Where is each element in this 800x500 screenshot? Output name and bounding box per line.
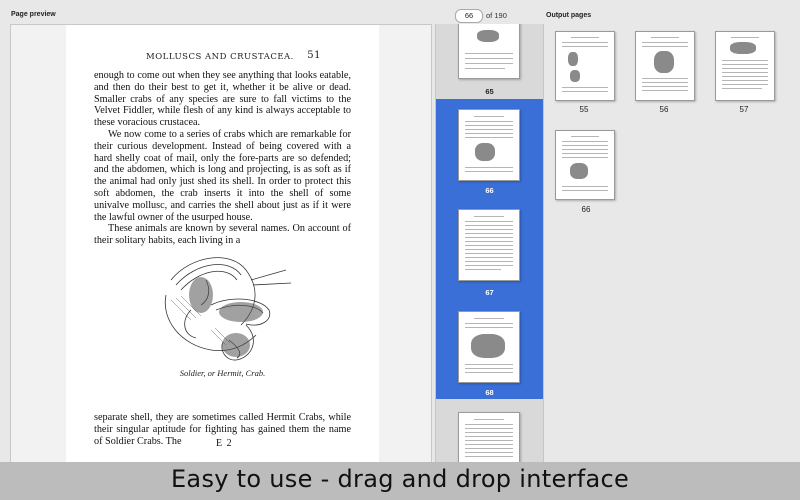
shell-icon: [730, 42, 756, 54]
thumbnail-number: 67: [485, 288, 494, 297]
output-page-55[interactable]: [555, 31, 615, 101]
output-page-number: 66: [581, 205, 591, 214]
body-text-top: enough to come out when they see anythin…: [94, 70, 351, 247]
illustration-caption: Soldier, or Hermit, Crab.: [179, 368, 266, 378]
page-total-count: 190: [494, 11, 507, 20]
page-preview-panel[interactable]: MOLLUSCS AND CRUSTACEA. 51 enough to com…: [10, 24, 432, 466]
output-page-57[interactable]: [715, 31, 775, 101]
thumbnail-page: [458, 412, 520, 464]
page-number-input[interactable]: 66: [455, 9, 483, 23]
page-header-number: 51: [307, 50, 321, 61]
shell-icon: [568, 52, 578, 66]
paragraph: We now come to a series of crabs which a…: [94, 128, 351, 223]
page-preview-label: Page preview: [11, 11, 56, 18]
thumbnail-number: 68: [485, 388, 494, 397]
output-page-number: 56: [659, 105, 669, 114]
page-of-label: of: [486, 11, 493, 20]
thumbnail-page: [458, 24, 520, 79]
output-page-number: 57: [739, 105, 749, 114]
thumbnail-67[interactable]: 67: [436, 199, 543, 299]
crab-icon: [477, 30, 499, 42]
page-total: of 190: [486, 11, 507, 20]
thumbnail-page: [458, 311, 520, 383]
banner-text: Easy to use - drag and drop interface: [170, 465, 630, 493]
thumbnail-number: 66: [485, 186, 494, 195]
shell-icon: [471, 334, 505, 358]
thumbnail-page: [458, 209, 520, 281]
promo-banner: Easy to use - drag and drop interface: [0, 462, 800, 500]
output-pages-label: Output pages: [546, 12, 592, 19]
output-page-66[interactable]: [555, 130, 615, 200]
page-header-title: MOLLUSCS AND CRUSTACEA.: [146, 52, 294, 62]
thumbnail-66[interactable]: 66: [436, 99, 543, 199]
output-page-56[interactable]: [635, 31, 695, 101]
thumbnail-page: [458, 109, 520, 181]
shell-icon: [654, 51, 674, 73]
crab-icon: [475, 143, 495, 161]
crab-icon: [570, 163, 588, 179]
preview-page: MOLLUSCS AND CRUSTACEA. 51 enough to com…: [66, 25, 379, 465]
thumbnail-number: 65: [485, 87, 494, 96]
hermit-crab-illustration: [164, 257, 292, 361]
thumbnail-65[interactable]: 65: [436, 24, 543, 99]
paragraph: enough to come out when they see anythin…: [94, 70, 351, 129]
paragraph: These animals are known by several names…: [94, 223, 351, 247]
signature-mark: E 2: [216, 438, 233, 449]
thumbnail-69[interactable]: [436, 399, 543, 464]
shell-icon: [570, 70, 580, 82]
page-thumbnails-list[interactable]: 65 66 67 68: [435, 24, 544, 464]
thumbnail-68[interactable]: 68: [436, 299, 543, 399]
output-page-number: 55: [579, 105, 589, 114]
